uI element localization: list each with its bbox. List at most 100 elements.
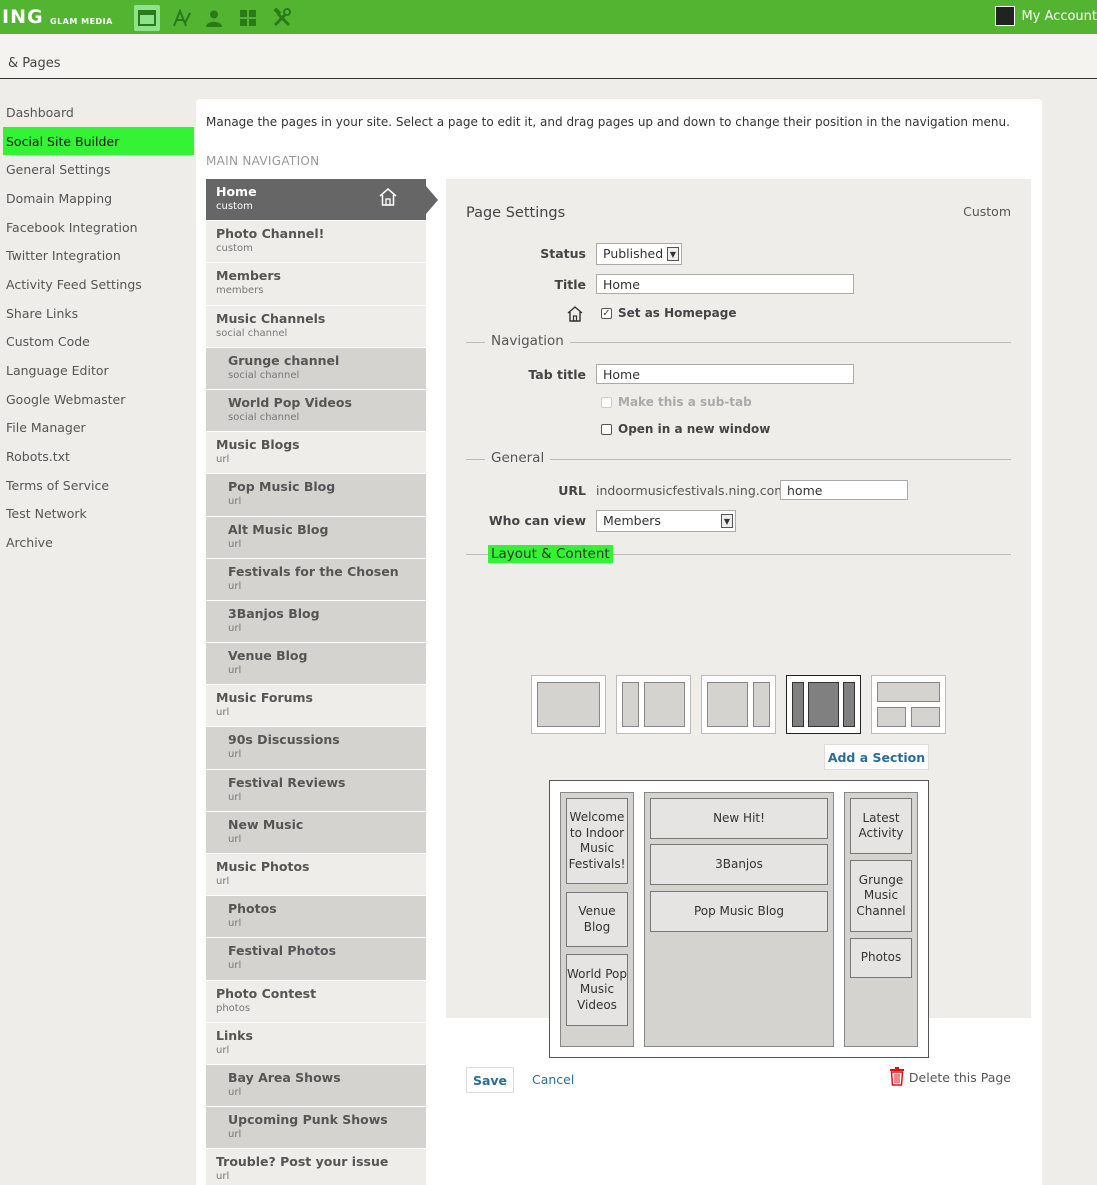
settings-title: Page Settings: [466, 205, 566, 221]
page-list-item[interactable]: Bay Area Shows url: [206, 1064, 426, 1108]
page-list-item[interactable]: Links url: [206, 1022, 426, 1065]
page-list-item[interactable]: Photo Channel! custom: [206, 221, 426, 264]
page-list-item[interactable]: Pop Music Blog url: [206, 474, 426, 517]
sidebar-item-general-settings[interactable]: General Settings: [0, 155, 194, 184]
sidebar-item-robots-txt[interactable]: Robots.txt: [0, 442, 194, 471]
sidebar-item-google-webmaster[interactable]: Google Webmaster: [0, 385, 194, 414]
status-select[interactable]: Published ▼: [596, 243, 682, 265]
page-list-item[interactable]: Upcoming Punk Shows url: [206, 1107, 426, 1150]
page-list-item[interactable]: 3Banjos Blog url: [206, 600, 426, 644]
url-input[interactable]: home: [780, 480, 908, 500]
content-block[interactable]: New Hit!: [650, 798, 828, 839]
main-navigation-heading: MAIN NAVIGATION: [206, 154, 320, 168]
sidebar-item-custom-code[interactable]: Custom Code: [0, 328, 194, 357]
page-list-item[interactable]: Members members: [206, 263, 426, 306]
account-menu[interactable]: My Account: [995, 6, 1097, 26]
person-icon[interactable]: [201, 5, 227, 31]
page-name: Photos: [228, 901, 277, 917]
page-type: custom: [216, 243, 253, 255]
page-name: Music Forums: [216, 690, 313, 706]
page-list-item[interactable]: 90s Discussions url: [206, 727, 426, 770]
tab-title-input[interactable]: Home: [596, 364, 854, 384]
page-list-item[interactable]: Trouble? Post your issue url: [206, 1149, 426, 1185]
sidebar-item-language-editor[interactable]: Language Editor: [0, 356, 194, 385]
sidebar-item-share-links[interactable]: Share Links: [0, 299, 194, 328]
page-list-item[interactable]: Grunge channel social channel: [206, 347, 426, 390]
page-list-item[interactable]: Photo Contest photos: [206, 980, 426, 1023]
layout-block: [911, 707, 940, 727]
content-block[interactable]: Grunge Music Channel: [850, 860, 912, 932]
layout-option-right-sidebar[interactable]: [701, 675, 776, 734]
logo[interactable]: ING: [2, 6, 44, 28]
layout-option-left-sidebar[interactable]: [616, 675, 691, 734]
sidebar-item-terms-of-service[interactable]: Terms of Service: [0, 471, 194, 500]
sidebar-item-domain-mapping[interactable]: Domain Mapping: [0, 184, 194, 213]
content-block[interactable]: Venue Blog: [566, 892, 628, 947]
page-list-item[interactable]: Music Photos url: [206, 854, 426, 897]
content-block[interactable]: World Pop Music Videos: [566, 954, 628, 1026]
sub-tab-checkbox[interactable]: Make this a sub-tab: [601, 395, 752, 409]
page-list-item[interactable]: Home custom: [206, 179, 438, 222]
content-block[interactable]: 3Banjos: [650, 844, 828, 885]
main-panel: Manage the pages in your site. Select a …: [196, 99, 1042, 1185]
sidebar-item-archive[interactable]: Archive: [0, 528, 194, 557]
page-list-item[interactable]: World Pop Videos social channel: [206, 389, 426, 433]
sidebar-item-dashboard[interactable]: Dashboard: [0, 98, 194, 127]
page-type: url: [216, 876, 230, 887]
page-name: Alt Music Blog: [228, 521, 329, 537]
page-list-item[interactable]: Festival Reviews url: [206, 769, 426, 812]
page-list-item[interactable]: Festival Photos url: [206, 938, 426, 981]
page-list-item[interactable]: Music Forums url: [206, 685, 426, 728]
page-list-item[interactable]: New Music url: [206, 811, 426, 854]
content-block[interactable]: Latest Activity: [850, 798, 912, 854]
delete-page-button[interactable]: Delete this Page: [889, 1066, 1011, 1089]
general-section-heading: General: [485, 450, 551, 466]
page-type: url: [228, 960, 242, 972]
text-style-icon[interactable]: [168, 5, 194, 31]
add-section-button[interactable]: Add a Section: [824, 744, 929, 770]
page-name: Festival Reviews: [228, 774, 346, 790]
save-button[interactable]: Save: [466, 1067, 514, 1093]
page-list-item[interactable]: Alt Music Blog url: [206, 516, 426, 559]
page-name: Festivals for the Chosen: [228, 563, 399, 579]
page-list-item[interactable]: Photos url: [206, 896, 426, 939]
title-input[interactable]: Home: [596, 274, 854, 294]
new-window-checkbox[interactable]: Open in a new window: [601, 422, 770, 436]
page-type: social channel: [216, 327, 288, 339]
page-list-item[interactable]: Music Channels social channel: [206, 305, 426, 348]
cancel-button[interactable]: Cancel: [532, 1072, 574, 1087]
page-settings-panel: Page Settings Custom Status Published ▼ …: [446, 179, 1031, 1093]
page-list-item[interactable]: Festivals for the Chosen url: [206, 558, 426, 601]
checkbox-checked: ✓: [601, 307, 612, 319]
page-name: 3Banjos Blog: [228, 605, 320, 621]
grid-icon[interactable]: [235, 5, 261, 31]
sidebar-item-facebook-integration[interactable]: Facebook Integration: [0, 213, 194, 242]
browser-window-icon[interactable]: [134, 5, 160, 31]
page-type: url: [216, 1044, 230, 1056]
content-block[interactable]: Photos: [850, 938, 912, 978]
page-type: url: [228, 665, 242, 677]
who-can-view-select[interactable]: Members ▼: [596, 510, 736, 532]
sidebar-item-activity-feed-settings[interactable]: Activity Feed Settings: [0, 270, 194, 299]
tools-icon[interactable]: [269, 5, 295, 31]
page-list-item[interactable]: Music Blogs url: [206, 432, 426, 475]
layout-content-section-heading: Layout & Content: [488, 545, 613, 563]
sidebar-item-file-manager[interactable]: File Manager: [0, 414, 194, 443]
account-label: My Account: [1021, 8, 1097, 24]
sidebar-item-test-network[interactable]: Test Network: [0, 500, 194, 529]
right-column: Latest Activity Grunge Music Channel Pho…: [844, 792, 918, 1047]
layout-option-header-two-column[interactable]: [871, 675, 946, 734]
content-block[interactable]: Pop Music Blog: [650, 891, 828, 932]
page-list-item[interactable]: Venue Blog url: [206, 643, 426, 686]
logo-subtitle: GLAM MEDIA: [50, 17, 113, 26]
home-icon: [566, 305, 584, 327]
sidebar-item-twitter-integration[interactable]: Twitter Integration: [0, 241, 194, 270]
layout-option-one-column[interactable]: [531, 675, 606, 734]
page-type: url: [228, 1129, 242, 1141]
content-block[interactable]: Welcome to Indoor Music Festivals!: [566, 798, 628, 884]
layout-option-three-column[interactable]: [786, 675, 861, 734]
url-label: URL: [558, 483, 586, 498]
set-homepage-checkbox[interactable]: ✓ Set as Homepage: [601, 306, 736, 320]
sidebar-item-social-site-builder[interactable]: Social Site Builder: [3, 126, 194, 156]
page-type: social channel: [228, 411, 300, 423]
